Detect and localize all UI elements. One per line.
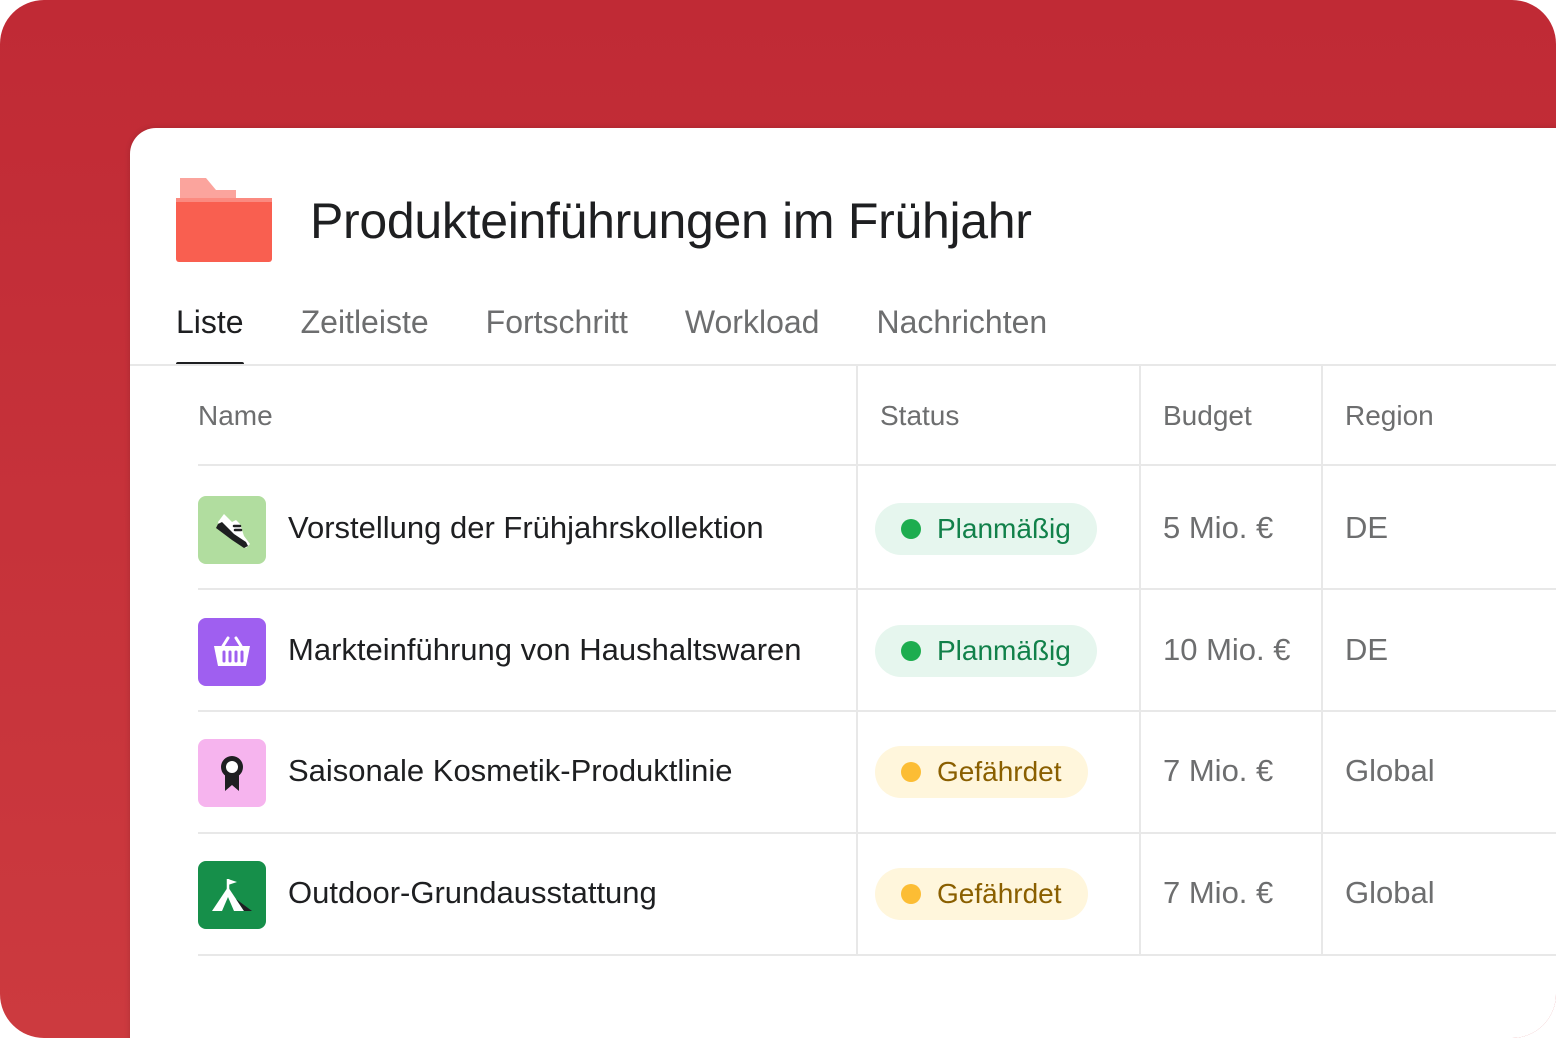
view-tabs: Liste Zeitleiste Fortschritt Workload Na… (176, 304, 1104, 366)
region-value: Global (1345, 753, 1435, 788)
status-badge[interactable]: Planmäßig (875, 625, 1097, 677)
sneaker-icon (198, 496, 266, 564)
status-dot (901, 762, 921, 782)
region-value: DE (1345, 510, 1389, 545)
status-badge[interactable]: Gefährdet (875, 746, 1088, 798)
budget-value: 10 Mio. € (1163, 632, 1291, 667)
row-divider (198, 832, 1556, 834)
project-name[interactable]: Outdoor-Grundausstattung (288, 875, 657, 911)
status-dot (901, 519, 921, 539)
tab-fortschritt[interactable]: Fortschritt (486, 304, 628, 366)
project-card: Produkteinführungen im Frühjahr Liste Ze… (130, 128, 1556, 1038)
project-header (176, 178, 272, 262)
status-dot (901, 884, 921, 904)
row-divider (198, 588, 1556, 590)
project-name[interactable]: Markteinführung von Haushaltswaren (288, 632, 802, 668)
region-value: Global (1345, 875, 1435, 910)
column-header-status[interactable]: Status (880, 400, 959, 432)
status-dot (901, 641, 921, 661)
status-badge[interactable]: Planmäßig (875, 503, 1097, 555)
tent-icon (198, 861, 266, 929)
background-frame: Produkteinführungen im Frühjahr Liste Ze… (0, 0, 1556, 1038)
row-divider (198, 710, 1556, 712)
tab-workload[interactable]: Workload (685, 304, 820, 366)
region-value: DE (1345, 632, 1389, 667)
project-name[interactable]: Vorstellung der Frühjahrskollektion (288, 510, 764, 546)
tabs-divider (130, 364, 1556, 366)
ribbon-icon (198, 739, 266, 807)
row-divider (198, 954, 1556, 956)
status-label: Planmäßig (937, 635, 1071, 666)
column-divider (856, 366, 858, 956)
tab-liste[interactable]: Liste (176, 304, 244, 366)
status-label: Gefährdet (937, 756, 1062, 787)
budget-value: 5 Mio. € (1163, 510, 1274, 545)
status-label: Planmäßig (937, 513, 1071, 544)
budget-value: 7 Mio. € (1163, 875, 1274, 910)
status-label: Gefährdet (937, 878, 1062, 909)
column-header-budget[interactable]: Budget (1163, 400, 1252, 432)
column-divider (1139, 366, 1141, 956)
page-title: Produkteinführungen im Frühjahr (310, 193, 1032, 249)
folder-icon (176, 178, 272, 262)
project-name[interactable]: Saisonale Kosmetik-Produktlinie (288, 753, 733, 789)
tab-zeitleiste[interactable]: Zeitleiste (301, 304, 429, 366)
status-badge[interactable]: Gefährdet (875, 868, 1088, 920)
budget-value: 7 Mio. € (1163, 753, 1274, 788)
tab-nachrichten[interactable]: Nachrichten (876, 304, 1047, 366)
column-header-name[interactable]: Name (198, 400, 273, 432)
basket-icon (198, 618, 266, 686)
row-divider (198, 464, 1556, 466)
column-divider (1321, 366, 1323, 956)
column-header-region[interactable]: Region (1345, 400, 1434, 432)
